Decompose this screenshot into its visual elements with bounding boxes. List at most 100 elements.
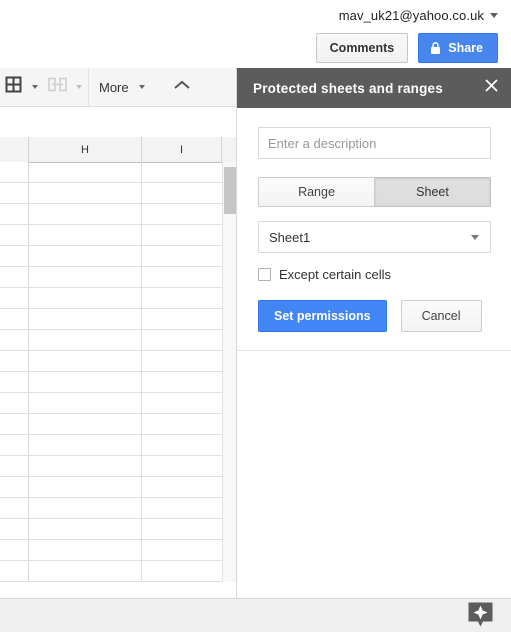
merge-cells-button[interactable] bbox=[44, 74, 70, 100]
except-certain-cells-row[interactable]: Except certain cells bbox=[258, 267, 491, 282]
panel-close-button[interactable] bbox=[471, 68, 511, 108]
row-header[interactable] bbox=[0, 498, 29, 518]
grid-cell[interactable] bbox=[29, 561, 142, 581]
grid-cell[interactable] bbox=[142, 456, 222, 476]
column-header-i[interactable]: I bbox=[142, 137, 222, 162]
grid-row bbox=[0, 267, 222, 288]
row-header[interactable] bbox=[0, 477, 29, 497]
grid-cell[interactable] bbox=[29, 204, 142, 224]
row-header[interactable] bbox=[0, 330, 29, 350]
grid-row bbox=[0, 330, 222, 351]
toolbar-group-merge bbox=[44, 68, 88, 106]
except-certain-cells-checkbox[interactable] bbox=[258, 268, 271, 281]
grid-row bbox=[0, 162, 222, 183]
grid-cell[interactable] bbox=[142, 267, 222, 287]
close-icon bbox=[484, 79, 498, 97]
row-header[interactable] bbox=[0, 414, 29, 434]
column-header-corner[interactable] bbox=[0, 137, 29, 162]
spreadsheet-grid: H I bbox=[0, 137, 236, 582]
row-header[interactable] bbox=[0, 288, 29, 308]
sheet-select[interactable]: Sheet1 bbox=[258, 221, 491, 253]
cancel-button[interactable]: Cancel bbox=[400, 300, 482, 332]
explore-button[interactable] bbox=[467, 600, 494, 630]
grid-cell[interactable] bbox=[142, 414, 222, 434]
grid-cell[interactable] bbox=[29, 267, 142, 287]
row-header[interactable] bbox=[0, 267, 29, 287]
grid-cell[interactable] bbox=[142, 540, 222, 560]
vertical-scrollbar-thumb[interactable] bbox=[224, 167, 236, 214]
set-permissions-button[interactable]: Set permissions bbox=[258, 300, 387, 332]
account-menu[interactable]: mav_uk21@yahoo.co.uk bbox=[339, 8, 498, 23]
grid-cell[interactable] bbox=[29, 225, 142, 245]
row-header[interactable] bbox=[0, 372, 29, 392]
grid-row bbox=[0, 288, 222, 309]
more-menu-button[interactable]: More bbox=[89, 74, 133, 100]
grid-cell[interactable] bbox=[29, 372, 142, 392]
row-header[interactable] bbox=[0, 351, 29, 371]
row-header[interactable] bbox=[0, 204, 29, 224]
merge-dropdown-arrow[interactable] bbox=[70, 74, 88, 100]
grid-cell[interactable] bbox=[29, 540, 142, 560]
borders-button[interactable] bbox=[0, 74, 26, 100]
row-header[interactable] bbox=[0, 309, 29, 329]
grid-cell[interactable] bbox=[29, 393, 142, 413]
grid-cell[interactable] bbox=[142, 183, 222, 203]
grid-cell[interactable] bbox=[142, 477, 222, 497]
grid-cell[interactable] bbox=[29, 288, 142, 308]
grid-cell[interactable] bbox=[142, 372, 222, 392]
grid-row bbox=[0, 561, 222, 582]
row-header[interactable] bbox=[0, 246, 29, 266]
grid-cell[interactable] bbox=[29, 246, 142, 266]
toolbar: More bbox=[0, 68, 236, 107]
range-tab[interactable]: Range bbox=[258, 177, 375, 207]
borders-dropdown-arrow[interactable] bbox=[26, 74, 44, 100]
grid-cell[interactable] bbox=[142, 225, 222, 245]
more-dropdown-arrow[interactable] bbox=[133, 74, 151, 100]
grid-cell[interactable] bbox=[142, 309, 222, 329]
share-button[interactable]: Share bbox=[418, 33, 498, 63]
grid-cell[interactable] bbox=[142, 561, 222, 581]
row-header[interactable] bbox=[0, 456, 29, 476]
grid-cell[interactable] bbox=[29, 351, 142, 371]
grid-cell[interactable] bbox=[142, 288, 222, 308]
grid-cell[interactable] bbox=[142, 519, 222, 539]
chevron-down-icon bbox=[471, 234, 479, 240]
grid-row bbox=[0, 519, 222, 540]
column-header-h[interactable]: H bbox=[29, 137, 142, 162]
row-header[interactable] bbox=[0, 540, 29, 560]
grid-cell[interactable] bbox=[29, 435, 142, 455]
grid-cell[interactable] bbox=[142, 204, 222, 224]
grid-cell[interactable] bbox=[29, 498, 142, 518]
row-header[interactable] bbox=[0, 561, 29, 581]
grid-cell[interactable] bbox=[142, 435, 222, 455]
row-header[interactable] bbox=[0, 393, 29, 413]
row-header[interactable] bbox=[0, 183, 29, 203]
grid-cell[interactable] bbox=[142, 246, 222, 266]
row-header[interactable] bbox=[0, 435, 29, 455]
grid-cell[interactable] bbox=[29, 162, 142, 182]
formula-bar[interactable] bbox=[0, 107, 236, 138]
description-input[interactable] bbox=[258, 127, 491, 159]
vertical-scrollbar[interactable] bbox=[222, 162, 236, 582]
grid-cell[interactable] bbox=[29, 519, 142, 539]
grid-cell[interactable] bbox=[142, 351, 222, 371]
grid-cell[interactable] bbox=[142, 498, 222, 518]
grid-cell[interactable] bbox=[29, 330, 142, 350]
row-header[interactable] bbox=[0, 225, 29, 245]
toolbar-group-borders bbox=[0, 68, 44, 106]
column-header-j[interactable] bbox=[222, 137, 236, 162]
grid-cell[interactable] bbox=[142, 330, 222, 350]
grid-cell[interactable] bbox=[29, 456, 142, 476]
grid-cell[interactable] bbox=[29, 309, 142, 329]
grid-cell[interactable] bbox=[142, 393, 222, 413]
grid-cell[interactable] bbox=[142, 162, 222, 182]
comments-button[interactable]: Comments bbox=[315, 33, 409, 63]
row-header[interactable] bbox=[0, 162, 29, 182]
sheet-tab[interactable]: Sheet bbox=[375, 177, 491, 207]
grid-row bbox=[0, 456, 222, 477]
row-header[interactable] bbox=[0, 519, 29, 539]
grid-cell[interactable] bbox=[29, 414, 142, 434]
grid-cell[interactable] bbox=[29, 183, 142, 203]
collapse-toolbar-button[interactable] bbox=[167, 74, 197, 100]
grid-cell[interactable] bbox=[29, 477, 142, 497]
